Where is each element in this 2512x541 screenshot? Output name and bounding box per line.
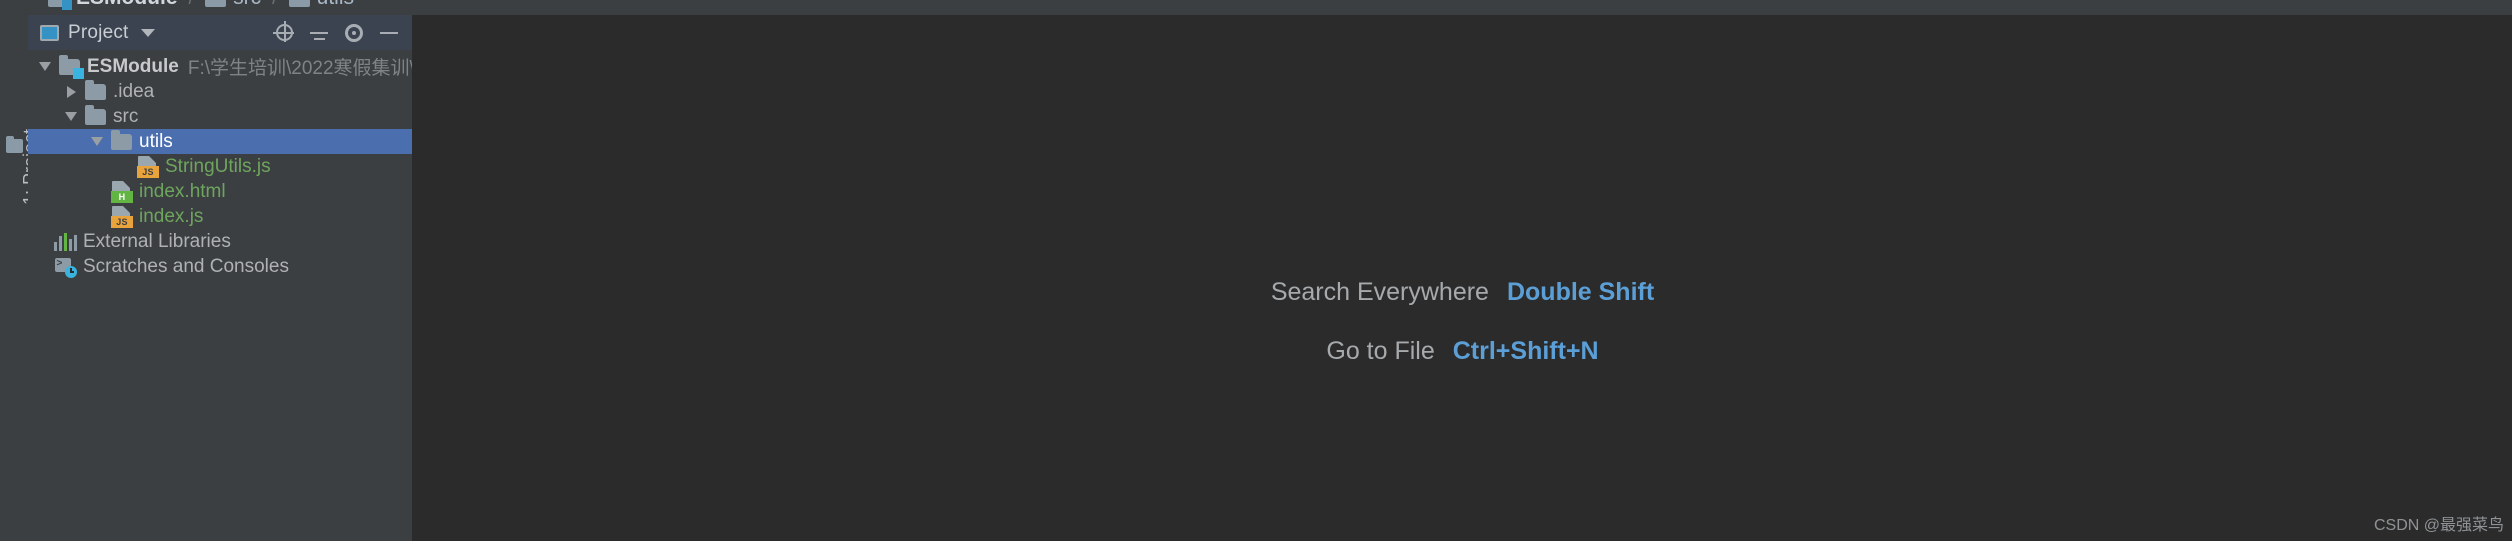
js-file-icon: JS bbox=[108, 206, 134, 228]
locate-file-button[interactable] bbox=[271, 20, 297, 46]
tree-node-label: index.html bbox=[139, 180, 226, 202]
project-panel-header: Project bbox=[28, 15, 412, 50]
folder-icon bbox=[205, 0, 227, 7]
breadcrumb-item-utils[interactable]: utils bbox=[288, 0, 354, 10]
tree-node-external-libraries[interactable]: External Libraries bbox=[28, 229, 412, 254]
page-title: Project bbox=[68, 21, 129, 43]
collapse-all-button[interactable] bbox=[306, 20, 332, 46]
project-window-icon bbox=[40, 24, 59, 41]
tree-node-idea[interactable]: .idea bbox=[28, 79, 412, 104]
scratches-icon: > bbox=[52, 256, 78, 278]
tree-node-label: index.js bbox=[139, 205, 204, 227]
tree-node-stringutils-js[interactable]: JS StringUtils.js bbox=[28, 154, 412, 179]
breadcrumb-separator: / bbox=[186, 0, 198, 10]
twisty-expanded-icon[interactable] bbox=[60, 112, 82, 121]
twisty-collapsed-icon[interactable] bbox=[60, 85, 82, 98]
left-tool-rail: 1: Project bbox=[0, 15, 40, 541]
editor-hint-list: Search Everywhere Double Shift Go to Fil… bbox=[413, 278, 2512, 366]
folder-module-icon bbox=[48, 0, 72, 10]
tree-node-esmodule[interactable]: ESModule F:\学生培训\2022寒假集训\前端\qian bbox=[28, 54, 412, 79]
project-tool-window: Project ESModule F:\学生培训\2022寒假集训\ bbox=[28, 15, 413, 541]
js-badge: JS bbox=[137, 166, 159, 178]
minus-icon bbox=[380, 31, 398, 34]
tree-node-label: .idea bbox=[113, 80, 155, 102]
html-file-icon: H bbox=[108, 181, 134, 203]
hint-shortcut: Ctrl+Shift+N bbox=[1452, 337, 1599, 365]
folder-icon bbox=[108, 129, 134, 153]
folder-icon bbox=[82, 104, 108, 128]
breadcrumb-label: src bbox=[233, 0, 261, 10]
js-badge: JS bbox=[111, 216, 133, 228]
tree-node-label: StringUtils.js bbox=[165, 155, 271, 177]
hide-panel-button[interactable] bbox=[376, 20, 402, 46]
breadcrumb-separator: / bbox=[269, 0, 281, 10]
hint-label: Go to File bbox=[1326, 337, 1435, 365]
hint-label: Search Everywhere bbox=[1270, 278, 1489, 306]
tree-node-label: External Libraries bbox=[83, 230, 231, 252]
breadcrumb-label: ESModule bbox=[76, 0, 178, 10]
breadcrumb-label: utils bbox=[317, 0, 354, 10]
editor-empty-area[interactable]: Search Everywhere Double Shift Go to Fil… bbox=[413, 15, 2512, 541]
tree-node-label: Scratches and Consoles bbox=[83, 255, 289, 277]
breadcrumb-item-esmodule[interactable]: ESModule bbox=[48, 0, 178, 10]
hint-search-everywhere: Search Everywhere Double Shift bbox=[1271, 278, 1654, 307]
tree-node-label: ESModule bbox=[87, 55, 179, 77]
tree-node-path: F:\学生培训\2022寒假集训\前端\qian bbox=[187, 58, 412, 79]
folder-icon bbox=[288, 0, 310, 7]
project-folder-icon[interactable] bbox=[6, 136, 23, 153]
gear-icon bbox=[345, 23, 363, 42]
breadcrumb: ESModule / src / utils bbox=[48, 0, 354, 10]
twisty-expanded-icon[interactable] bbox=[86, 137, 108, 146]
twisty-expanded-icon[interactable] bbox=[34, 62, 56, 71]
settings-button[interactable] bbox=[341, 20, 367, 46]
sidebar-item-project[interactable]: 1: Project bbox=[0, 21, 40, 205]
tree-node-index-js[interactable]: JS index.js bbox=[28, 204, 412, 229]
tree-node-utils[interactable]: utils bbox=[28, 129, 412, 154]
js-file-icon: JS bbox=[134, 156, 160, 178]
chevron-down-icon[interactable] bbox=[140, 28, 155, 37]
html-badge: H bbox=[111, 191, 133, 203]
tree-node-label: utils bbox=[139, 130, 173, 152]
collapse-all-icon bbox=[310, 25, 328, 41]
breadcrumb-bar: ESModule / src / utils bbox=[0, 0, 2512, 15]
folder-icon bbox=[82, 79, 108, 103]
folder-module-icon bbox=[56, 54, 84, 79]
watermark: CSDN @最强菜鸟 bbox=[2373, 517, 2504, 534]
hint-shortcut: Double Shift bbox=[1506, 278, 1655, 306]
locate-icon bbox=[272, 21, 294, 42]
tree-node-index-html[interactable]: H index.html bbox=[28, 179, 412, 204]
project-tree[interactable]: ESModule F:\学生培训\2022寒假集训\前端\qian .idea … bbox=[28, 50, 412, 541]
ide-window: ESModule / src / utils Add Configuration… bbox=[0, 0, 2512, 541]
tree-node-label: src bbox=[113, 105, 139, 127]
libraries-icon bbox=[52, 231, 78, 253]
tree-node-scratches-and-consoles[interactable]: > Scratches and Consoles bbox=[28, 254, 412, 279]
hint-go-to-file: Go to File Ctrl+Shift+N bbox=[1326, 337, 1598, 366]
breadcrumb-item-src[interactable]: src bbox=[205, 0, 261, 10]
tree-node-src[interactable]: src bbox=[28, 104, 412, 129]
